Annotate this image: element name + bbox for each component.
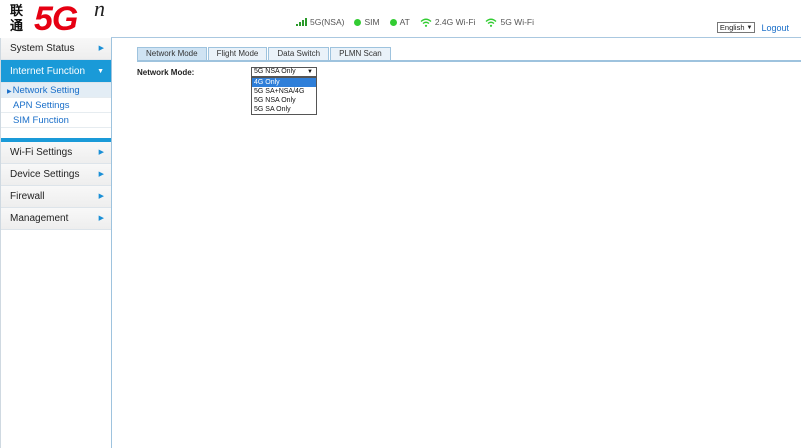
sidebar: System Status ▶ Internet Function ▼ ▶Net…	[0, 38, 112, 448]
logout-link[interactable]: Logout	[761, 23, 789, 33]
logo: 联通 5G n	[10, 0, 110, 38]
chevron-right-icon: ▶	[98, 45, 104, 52]
chevron-down-icon: ▼	[307, 69, 313, 75]
tab-bar: Network Mode Flight Mode Data Switch PLM…	[137, 47, 391, 60]
language-value: English	[719, 23, 745, 32]
wifi5-status-label: 5G Wi-Fi	[500, 17, 534, 27]
sidebar-subitem-apn-settings[interactable]: APN Settings	[1, 98, 111, 113]
sidebar-item-system-status[interactable]: System Status ▶	[1, 38, 111, 60]
logo-cn: 联通	[10, 4, 24, 34]
dropdown-option-5g-sa-nsa-4g[interactable]: 5G SA+NSA/4G	[252, 87, 316, 96]
sidebar-subitem-network-setting[interactable]: ▶Network Setting	[1, 83, 111, 98]
network-mode-value: 5G NSA Only	[254, 68, 296, 75]
chevron-right-icon: ▶	[98, 149, 104, 156]
header-divider	[111, 37, 801, 38]
network-mode-label: Network Mode:	[137, 68, 195, 77]
sidebar-item-firewall[interactable]: Firewall ▶	[1, 186, 111, 208]
signal-icon	[296, 18, 307, 26]
chevron-down-icon: ▼	[97, 68, 104, 75]
sidebar-item-internet-function[interactable]: Internet Function ▼	[1, 60, 111, 83]
dropdown-option-5g-sa-only[interactable]: 5G SA Only	[252, 105, 316, 114]
sidebar-item-management[interactable]: Management ▶	[1, 208, 111, 230]
at-status-label: AT	[399, 17, 410, 27]
wifi5-status: 5G Wi-Fi	[485, 17, 534, 27]
at-status: AT	[389, 17, 410, 27]
sidebar-item-label: Device Settings	[10, 169, 80, 180]
sidebar-item-label: System Status	[10, 43, 75, 54]
sidebar-item-label: Firewall	[10, 191, 45, 202]
tab-network-mode[interactable]: Network Mode	[137, 47, 207, 60]
wifi-icon	[420, 18, 432, 27]
tab-plmn-scan[interactable]: PLMN Scan	[330, 47, 391, 60]
chevron-down-icon: ▼	[746, 24, 753, 31]
header: 联通 5G n 5G(NSA) SIM AT 2.4G Wi-Fi 5G Wi-…	[0, 0, 801, 38]
wifi-icon	[486, 18, 497, 27]
network-mode-dropdown: 4G Only 5G SA+NSA/4G 5G NSA Only 5G SA O…	[251, 77, 317, 115]
network-status: 5G(NSA)	[296, 17, 344, 27]
lang-area: English ▼ Logout	[716, 22, 789, 33]
sidebar-subitem-sim-function[interactable]: SIM Function	[1, 113, 111, 128]
chevron-right-icon: ▶	[98, 193, 104, 200]
at-status-dot-icon	[389, 18, 397, 26]
sidebar-item-label: Wi-Fi Settings	[10, 147, 73, 158]
wifi24-status-label: 2.4G Wi-Fi	[434, 17, 476, 27]
dropdown-option-4g-only[interactable]: 4G Only	[252, 78, 316, 87]
sidebar-item-label: Internet Function	[10, 66, 86, 77]
network-status-label: 5G(NSA)	[310, 17, 345, 27]
sidebar-subitem-label: SIM Function	[13, 115, 69, 126]
network-mode-select[interactable]: 5G NSA Only ▼	[251, 67, 317, 77]
sidebar-subitem-label: APN Settings	[13, 100, 70, 111]
language-select[interactable]: English ▼	[716, 22, 756, 33]
tab-underline	[137, 60, 801, 62]
chevron-right-icon: ▶	[98, 215, 104, 222]
sidebar-gap	[1, 128, 111, 138]
tab-data-switch[interactable]: Data Switch	[268, 47, 330, 60]
logo-n: n	[94, 0, 105, 21]
sim-status-dot-icon	[354, 18, 362, 26]
sim-status: SIM	[354, 17, 380, 27]
triangle-right-icon: ▶	[7, 89, 12, 95]
sidebar-item-device-settings[interactable]: Device Settings ▶	[1, 164, 111, 186]
sim-status-label: SIM	[364, 17, 380, 27]
dropdown-option-5g-nsa-only[interactable]: 5G NSA Only	[252, 96, 316, 105]
sidebar-item-wifi-settings[interactable]: Wi-Fi Settings ▶	[1, 142, 111, 164]
tab-flight-mode[interactable]: Flight Mode	[207, 47, 268, 60]
sidebar-item-label: Management	[10, 213, 69, 224]
wifi24-status: 2.4G Wi-Fi	[420, 17, 476, 27]
logo-5g: 5G	[34, 0, 78, 38]
sidebar-subitem-label: Network Setting	[12, 85, 80, 96]
chevron-right-icon: ▶	[98, 171, 104, 178]
status-bar: 5G(NSA) SIM AT 2.4G Wi-Fi 5G Wi-Fi	[296, 16, 534, 28]
